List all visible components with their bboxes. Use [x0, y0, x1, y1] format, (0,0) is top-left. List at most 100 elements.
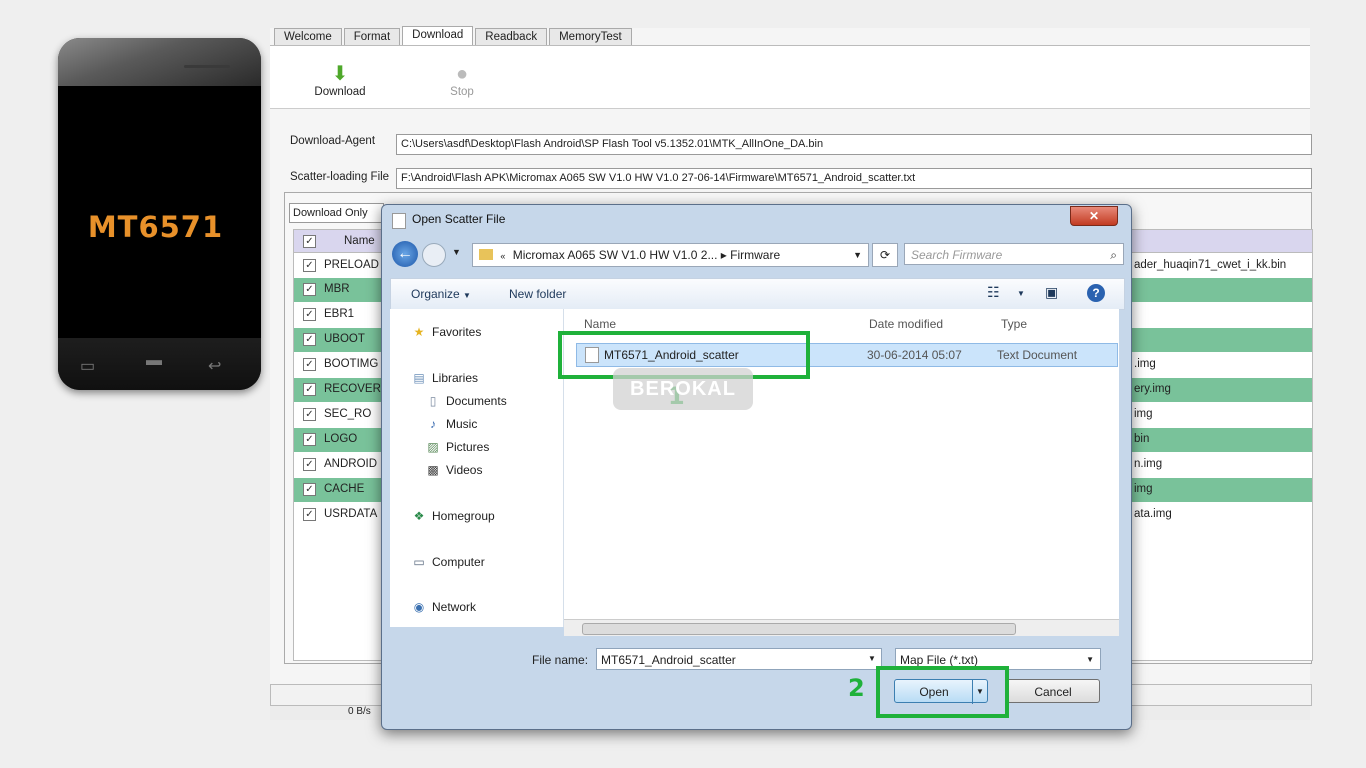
nav-computer[interactable]: ▭ Computer [412, 555, 484, 569]
forward-button[interactable] [422, 243, 446, 267]
download-mode-select[interactable]: Download Only [289, 203, 384, 223]
organize-label: Organize [411, 287, 460, 301]
homegroup-icon: ❖ [413, 509, 425, 523]
nav-network-label: Network [432, 600, 477, 614]
back-button[interactable]: ← [392, 241, 418, 267]
partition-name: USRDATA [324, 508, 378, 520]
tab-format[interactable]: Format [343, 28, 401, 45]
column-type[interactable]: Type [1001, 317, 1027, 331]
row-checkbox[interactable]: ✓ [303, 433, 316, 446]
partition-location: .img [1134, 358, 1156, 370]
star-icon: ★ [413, 325, 425, 339]
row-checkbox[interactable]: ✓ [303, 308, 316, 321]
file-type-filter-value: Map File (*.txt) [900, 653, 979, 667]
view-dropdown-icon[interactable]: ▼ [1017, 289, 1025, 298]
watermark: BEROKAL [613, 368, 753, 410]
tab-download[interactable]: Download [402, 26, 474, 45]
grid-header-name: Name [344, 235, 375, 247]
download-arrow-icon: ⬇ [331, 63, 349, 85]
step-2-marker: 2 [848, 674, 865, 702]
preview-pane-icon[interactable]: ▣ [1045, 284, 1058, 301]
nav-network[interactable]: ◉ Network [412, 600, 476, 614]
transfer-speed: 0 B/s [348, 706, 371, 717]
tab-bar: Welcome Format Download Readback MemoryT… [274, 26, 634, 45]
nav-libraries[interactable]: ▤ Libraries [412, 371, 478, 385]
nav-favorites[interactable]: ★ Favorites [412, 325, 482, 339]
download-button[interactable]: ⬇ Download [310, 64, 370, 98]
phone-top [58, 38, 261, 86]
row-checkbox[interactable]: ✓ [303, 283, 316, 296]
partition-name: PRELOAD [324, 259, 379, 271]
select-all-checkbox[interactable]: ✓ [303, 235, 316, 248]
chevron-down-icon: ▼ [463, 291, 471, 300]
cancel-button[interactable]: Cancel [1006, 679, 1100, 703]
phone-model-label: MT6571 [87, 210, 224, 244]
menu-icon: ▭ [80, 358, 96, 375]
partition-location: bin [1134, 433, 1150, 445]
music-icon: ♪ [430, 417, 436, 431]
address-bar[interactable]: « Micromax A065 SW V1.0 HW V1.0 2... ▸ F… [472, 243, 869, 267]
row-checkbox[interactable]: ✓ [303, 383, 316, 396]
partition-name: SEC_RO [324, 408, 372, 420]
nav-favorites-label: Favorites [432, 325, 482, 339]
file-name-input[interactable]: MT6571_Android_scatter [596, 648, 882, 670]
organize-button[interactable]: Organize ▼ [411, 287, 471, 301]
file-type: Text Document [997, 348, 1078, 362]
partition-name: RECOVERY [324, 383, 389, 395]
network-icon: ◉ [413, 600, 425, 614]
scatter-file-field[interactable]: F:\Android\Flash APK\Micromax A065 SW V1… [396, 168, 1312, 189]
row-checkbox[interactable]: ✓ [303, 483, 316, 496]
toolbar: ⬇ Download ● Stop [270, 45, 1310, 109]
nav-pictures-label: Pictures [446, 440, 490, 454]
tab-welcome[interactable]: Welcome [274, 28, 342, 45]
tab-readback[interactable]: Readback [475, 28, 548, 45]
stop-button[interactable]: ● Stop [432, 64, 492, 98]
partition-location: n.img [1134, 458, 1163, 470]
view-options-icon[interactable]: ☷ [987, 284, 1000, 301]
pictures-icon: ▨ [427, 440, 439, 454]
address-dropdown-icon[interactable]: ▼ [853, 244, 862, 266]
nav-documents-label: Documents [446, 394, 507, 408]
tab-memorytest[interactable]: MemoryTest [549, 28, 632, 45]
phone-button-bar: ▭ ▬ ↩ [58, 338, 261, 390]
partition-name: UBOOT [324, 333, 365, 345]
scrollbar-thumb[interactable] [582, 623, 1016, 635]
close-button[interactable]: ✕ [1070, 206, 1118, 226]
partition-name: EBR1 [324, 308, 355, 320]
dialog-file-icon [392, 213, 406, 229]
row-checkbox[interactable]: ✓ [303, 333, 316, 346]
history-dropdown-icon[interactable]: ▼ [452, 247, 461, 257]
row-checkbox[interactable]: ✓ [303, 458, 316, 471]
partition-name: ANDROID [324, 458, 378, 470]
help-icon[interactable]: ? [1087, 284, 1105, 302]
column-date-modified[interactable]: Date modified [869, 317, 943, 331]
row-checkbox[interactable]: ✓ [303, 259, 316, 272]
file-name-dropdown-icon[interactable]: ▼ [868, 654, 876, 663]
partition-location: img [1134, 408, 1153, 420]
horizontal-scrollbar[interactable] [564, 619, 1119, 636]
stop-button-label: Stop [450, 86, 474, 98]
partition-location: ata.img [1134, 508, 1172, 520]
file-name-label: File name: [532, 653, 589, 667]
new-folder-button[interactable]: New folder [509, 287, 566, 301]
row-checkbox[interactable]: ✓ [303, 358, 316, 371]
nav-music[interactable]: ♪ Music [426, 417, 477, 431]
nav-videos[interactable]: ▩ Videos [426, 463, 482, 477]
videos-icon: ▩ [427, 463, 439, 477]
nav-documents[interactable]: ▯ Documents [426, 394, 507, 408]
row-checkbox[interactable]: ✓ [303, 408, 316, 421]
computer-icon: ▭ [413, 555, 425, 569]
refresh-button[interactable]: ⟳ [872, 243, 898, 267]
partition-location: ader_huaqin71_cwet_i_kk.bin [1134, 259, 1287, 271]
search-input[interactable]: Search Firmware ⌕ [904, 243, 1124, 265]
partition-location: img [1134, 483, 1153, 495]
arrow-left-icon: ← [397, 245, 413, 262]
column-name[interactable]: Name [584, 317, 616, 331]
navigation-pane: ★ Favorites ▤ Libraries ▯ Documents ♪ Music … [390, 309, 564, 627]
nav-homegroup[interactable]: ❖ Homegroup [412, 509, 495, 523]
nav-pictures[interactable]: ▨ Pictures [426, 440, 489, 454]
open-scatter-file-dialog: Open Scatter File ✕ ← ▼ « Micromax A065 … [381, 204, 1132, 730]
download-agent-field[interactable]: C:\Users\asdf\Desktop\Flash Android\SP F… [396, 134, 1312, 155]
row-checkbox[interactable]: ✓ [303, 508, 316, 521]
back-icon: ↩ [208, 358, 222, 375]
